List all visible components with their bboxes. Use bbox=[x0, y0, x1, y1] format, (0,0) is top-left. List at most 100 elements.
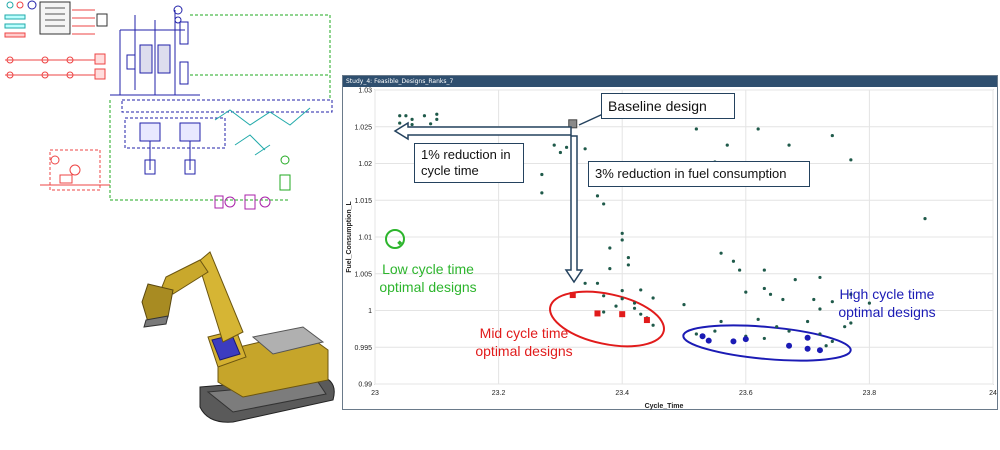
feasible-design-point bbox=[626, 255, 630, 260]
feasible-design-point bbox=[787, 143, 791, 147]
feasible-design-point bbox=[762, 268, 766, 272]
excavator-3d-model bbox=[141, 251, 335, 423]
feasible-design-point bbox=[632, 301, 637, 305]
feasible-design-point bbox=[608, 267, 612, 271]
feasible-design-point bbox=[775, 325, 779, 329]
high-optimal-label: High cycle time optimal designs bbox=[838, 286, 936, 320]
fuel-reduction-callout: 3% reduction in fuel consumption bbox=[588, 161, 810, 187]
feasible-design-point bbox=[422, 114, 427, 118]
feasible-design-point bbox=[620, 231, 624, 235]
high-optimal-point bbox=[816, 347, 823, 354]
y-axis-label: Fuel_Consumption_L bbox=[346, 201, 353, 273]
feasible-design-point bbox=[552, 143, 556, 147]
feasible-design-point bbox=[435, 112, 439, 116]
feasible-design-point bbox=[398, 121, 402, 125]
feasible-design-point bbox=[806, 319, 810, 324]
x-tick-label: 23.2 bbox=[492, 390, 506, 397]
feasible-design-point bbox=[435, 117, 439, 121]
mid-optimal-point bbox=[619, 311, 626, 318]
feasible-design-point bbox=[756, 317, 760, 321]
feasible-design-point bbox=[738, 268, 742, 272]
mid-optimal-point bbox=[569, 292, 576, 299]
feasible-design-point bbox=[620, 289, 624, 293]
feasible-design-point bbox=[651, 296, 655, 300]
x-axis-label: Cycle_Time bbox=[645, 403, 684, 410]
high-optimal-point bbox=[699, 333, 706, 340]
feasible-design-point bbox=[830, 133, 834, 138]
feasible-design-point bbox=[410, 117, 414, 121]
feasible-design-point bbox=[602, 294, 606, 298]
feasible-design-point bbox=[558, 150, 562, 155]
y-tick-label: 1.02 bbox=[358, 161, 372, 168]
feasible-design-point bbox=[595, 194, 600, 198]
feasible-design-point bbox=[620, 238, 624, 242]
y-tick-label: 1.03 bbox=[358, 88, 372, 95]
feasible-design-point bbox=[651, 323, 655, 327]
feasible-design-point bbox=[608, 246, 612, 250]
feasible-design-point bbox=[614, 304, 618, 308]
feasible-design-point bbox=[620, 297, 624, 301]
chart-window: Study_4: Feasible_Designs_Ranks_7 23 23.2… bbox=[342, 75, 998, 410]
cycle-reduction-callout: 1% reduction in cycle time bbox=[414, 143, 524, 183]
feasible-design-point bbox=[583, 147, 587, 151]
feasible-design-point bbox=[602, 310, 606, 314]
y-tick-label: 1.01 bbox=[358, 235, 372, 242]
y-tick-label: 1.005 bbox=[354, 271, 372, 278]
feasible-design-point bbox=[818, 332, 822, 336]
feasible-design-point bbox=[540, 172, 544, 177]
feasible-design-point bbox=[639, 288, 643, 292]
x-tick-label: 23 bbox=[371, 390, 379, 397]
feasible-design-point bbox=[818, 307, 822, 311]
low-optimal-label: Low cycle time optimal designs bbox=[379, 261, 477, 295]
feasible-design-point bbox=[725, 143, 729, 147]
feasible-design-point bbox=[694, 127, 698, 131]
feasible-design-point bbox=[923, 217, 927, 221]
y-tick-label: 0.995 bbox=[354, 345, 372, 352]
feasible-design-point bbox=[404, 114, 408, 118]
y-tick-label: 1.015 bbox=[354, 198, 372, 205]
feasible-design-point bbox=[762, 286, 766, 291]
feasible-design-point bbox=[410, 122, 414, 127]
x-tick-label: 23.8 bbox=[863, 390, 877, 397]
hydraulic-system-schematic bbox=[4, 0, 333, 210]
feasible-design-point bbox=[626, 263, 630, 267]
feasible-design-point bbox=[719, 319, 723, 324]
feasible-design-point bbox=[731, 259, 736, 263]
mid-optimal-label: Mid cycle time optimal designs bbox=[475, 325, 573, 359]
x-tick-label: 23.4 bbox=[615, 390, 629, 397]
high-optimal-point bbox=[804, 334, 811, 341]
feasible-design-point bbox=[812, 297, 816, 302]
x-tick-label: 24 bbox=[989, 390, 997, 397]
y-tick-label: 1 bbox=[368, 308, 372, 315]
feasible-design-point bbox=[564, 145, 569, 149]
feasible-design-point bbox=[762, 336, 766, 341]
high-optimal-point bbox=[804, 345, 811, 352]
feasible-design-point bbox=[849, 321, 853, 325]
feasible-design-point bbox=[713, 329, 717, 333]
feasible-design-point bbox=[756, 127, 760, 131]
feasible-design-point bbox=[744, 290, 748, 294]
feasible-design-point bbox=[694, 332, 698, 336]
high-optimal-point bbox=[786, 342, 793, 349]
feasible-design-point bbox=[540, 191, 544, 195]
mid-optimal-point bbox=[643, 317, 650, 324]
y-tick-label: 0.99 bbox=[358, 382, 372, 389]
mid-optimal-point bbox=[594, 310, 601, 317]
feasible-design-point bbox=[639, 312, 643, 316]
feasible-design-point bbox=[682, 303, 686, 307]
feasible-design-point bbox=[830, 339, 834, 343]
x-tick-label: 23.6 bbox=[739, 390, 753, 397]
feasible-design-point bbox=[429, 122, 433, 126]
feasible-design-point bbox=[793, 278, 797, 282]
feasible-design-point bbox=[398, 114, 402, 118]
scatter-chart: 23 23.2 23.4 23.6 23.8 24 0.99 0.995 1 1.005 1.01 1… bbox=[346, 88, 997, 411]
feasible-design-point bbox=[602, 202, 606, 206]
feasible-design-point bbox=[595, 281, 600, 285]
baseline-callout: Baseline design bbox=[601, 93, 735, 119]
feasible-design-point bbox=[818, 275, 822, 280]
feasible-design-point bbox=[849, 158, 853, 162]
feasible-design-point bbox=[781, 297, 785, 302]
feasible-design-point bbox=[787, 329, 791, 333]
feasible-design-point bbox=[632, 306, 637, 310]
feasible-design-point bbox=[719, 251, 723, 255]
